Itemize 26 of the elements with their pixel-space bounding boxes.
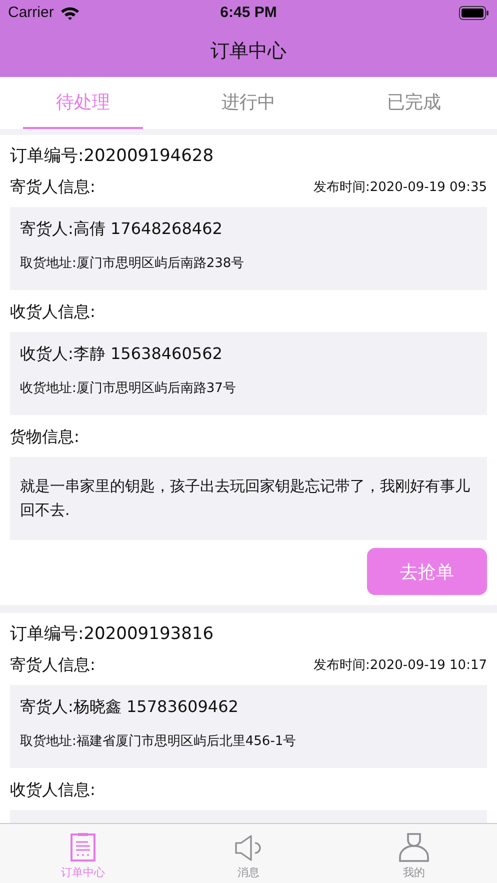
section-heading: 收货人信息: <box>10 779 96 801</box>
publish-time: 发布时间:2020-09-19 09:35 <box>313 179 487 196</box>
clock-time: 6:45 PM <box>220 4 277 21</box>
segment-tab[interactable]: 进行中 <box>188 77 308 129</box>
section-heading: 寄货人信息: <box>10 654 96 676</box>
contact-text: 寄货人:高倩 17648268462 <box>20 218 224 240</box>
address-text: 取货地址:厦门市思明区屿后南路238号 <box>20 255 246 272</box>
order-number: 订单编号:202009194628 <box>10 145 215 168</box>
address-text: 收货地址:厦门市思明区屿后南路37号 <box>20 380 237 397</box>
section-heading: 货物信息: <box>10 426 80 448</box>
grab-order-button[interactable]: 去抢单 <box>367 548 487 595</box>
tab-bar-item[interactable]: 我的 <box>331 824 497 883</box>
contact-text: 寄货人:杨晓鑫 15783609462 <box>20 696 240 718</box>
order-number: 订单编号:202009193816 <box>10 623 215 646</box>
section-heading: 寄货人信息: <box>10 176 96 198</box>
segment-tab[interactable]: 已完成 <box>354 77 474 129</box>
section-heading: 收货人信息: <box>10 301 96 323</box>
tab-bar-item[interactable]: 消息 <box>166 824 332 883</box>
screen-title: 订单中心 <box>210 39 288 64</box>
tab-bar-item[interactable]: 订单中心 <box>0 824 166 883</box>
address-text: 取货地址:福建省厦门市思明区屿后北里456-1号 <box>20 733 298 750</box>
segment-tab[interactable]: 待处理 <box>23 77 143 129</box>
contact-text: 收货人:李静 15638460562 <box>20 343 224 365</box>
goods-description: 就是一串家里的钥匙，孩子出去玩回家钥匙忘记带了，我刚好有事儿回不去. <box>20 476 471 521</box>
publish-time: 发布时间:2020-09-19 10:17 <box>313 657 487 674</box>
carrier-label: Carrier <box>8 4 54 21</box>
